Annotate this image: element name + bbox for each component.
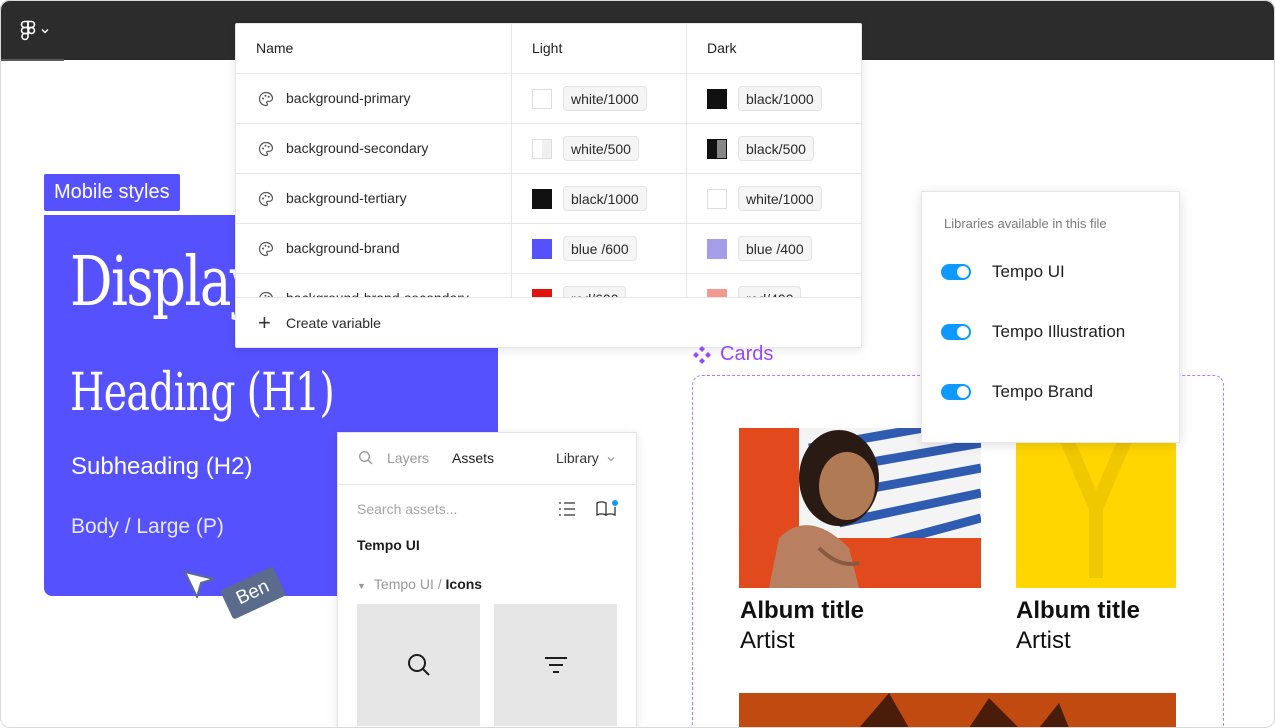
frame-label-mobile-styles[interactable]: Mobile styles: [44, 174, 180, 211]
library-name: Tempo UI: [992, 262, 1065, 281]
palette-icon: [258, 241, 274, 257]
create-variable-label: Create variable: [286, 315, 381, 331]
library-toggle[interactable]: [941, 264, 971, 280]
album-cover-image[interactable]: [739, 428, 981, 588]
table-row[interactable]: background-primary white/1000 black/1000: [236, 74, 861, 124]
create-variable-button[interactable]: + Create variable: [236, 297, 861, 347]
table-row[interactable]: background-brand-secondary red/600 red/4…: [236, 274, 861, 298]
list-view-icon[interactable]: [558, 501, 576, 517]
palette-icon: [258, 191, 274, 207]
breadcrumb-current: Icons: [445, 576, 483, 592]
panel-tabs: Layers Assets Library: [338, 433, 636, 485]
variable-name: background-tertiary: [286, 190, 407, 206]
card-artist[interactable]: Artist: [1016, 627, 1071, 655]
album-cover-image[interactable]: [1016, 428, 1176, 588]
search-icon[interactable]: [358, 450, 374, 466]
column-header-name: Name: [256, 40, 294, 56]
table-row[interactable]: background-secondary white/500 black/500: [236, 124, 861, 174]
library-toggle-row[interactable]: Tempo Illustration: [941, 320, 1125, 344]
column-header-light: Light: [532, 40, 563, 56]
main-menu-button[interactable]: [14, 16, 64, 46]
light-value-chip[interactable]: black/1000: [563, 186, 647, 211]
palette-icon: [258, 141, 274, 157]
cursor-pointer-icon: [184, 571, 215, 598]
menu-indicator: [0, 59, 64, 61]
card-artist[interactable]: Artist: [740, 627, 795, 655]
body-text-style[interactable]: Body / Large (P): [71, 515, 224, 539]
dark-color-swatch[interactable]: [707, 139, 727, 159]
search-assets-input[interactable]: Search assets...: [357, 501, 457, 517]
table-row[interactable]: background-brand blue /600 blue /400: [236, 224, 861, 274]
variables-list: background-primary white/1000 black/1000…: [236, 74, 861, 298]
tab-layers[interactable]: Layers: [387, 450, 429, 466]
library-dropdown[interactable]: Library: [556, 450, 599, 466]
chevron-down-icon: [41, 29, 49, 34]
card-album-title[interactable]: Album title: [740, 597, 864, 625]
table-row[interactable]: background-tertiary black/1000 white/100…: [236, 174, 861, 224]
light-color-swatch[interactable]: [532, 239, 552, 259]
card-album-title[interactable]: Album title: [1016, 597, 1140, 625]
dark-value-chip[interactable]: white/1000: [738, 186, 822, 211]
heading-text-style[interactable]: Heading (H1): [70, 363, 335, 423]
library-name: Tempo Brand: [992, 382, 1094, 401]
album-photo-illustration: [739, 428, 981, 588]
variable-name: background-secondary: [286, 140, 429, 156]
filter-icon: [544, 657, 567, 673]
table-header: Name Light Dark: [236, 24, 861, 74]
display-text-style[interactable]: Display: [70, 243, 260, 322]
assets-panel: Layers Assets Library Search assets... T…: [337, 432, 637, 728]
libraries-panel-title: Libraries available in this file: [944, 216, 1107, 231]
album-cover-image[interactable]: [739, 693, 1176, 728]
caret-down-icon: ▼: [357, 581, 366, 591]
tab-assets[interactable]: Assets: [452, 450, 494, 466]
palette-icon: [258, 91, 274, 107]
library-name: Tempo Illustration: [992, 322, 1126, 341]
breadcrumb[interactable]: ▼ Tempo UI / Icons: [357, 576, 482, 592]
light-color-swatch[interactable]: [532, 89, 552, 109]
plus-icon: +: [258, 310, 271, 335]
breadcrumb-parent: Tempo UI /: [373, 576, 446, 592]
light-value-chip[interactable]: blue /600: [563, 236, 637, 261]
asset-tile-search[interactable]: [357, 604, 480, 726]
light-value-chip[interactable]: white/1000: [563, 86, 647, 111]
library-toggle-row[interactable]: Tempo Brand: [941, 380, 1093, 404]
figma-logo-icon: [20, 20, 36, 41]
library-toggle[interactable]: [941, 324, 971, 340]
asset-tile-filter[interactable]: [494, 604, 617, 726]
album-photo-illustration: [859, 693, 1069, 728]
variable-name: background-primary: [286, 90, 411, 106]
light-color-swatch[interactable]: [532, 139, 552, 159]
dark-color-swatch[interactable]: [707, 189, 727, 209]
library-section-title[interactable]: Tempo UI: [357, 537, 420, 553]
dark-value-chip[interactable]: blue /400: [738, 236, 812, 261]
dark-color-swatch[interactable]: [707, 239, 727, 259]
library-toggle-row[interactable]: Tempo UI: [941, 260, 1065, 284]
dark-value-chip[interactable]: black/500: [738, 136, 814, 161]
library-toggle[interactable]: [941, 384, 971, 400]
library-book-icon[interactable]: [595, 499, 619, 517]
cards-label-text: Cards: [720, 343, 774, 365]
component-label-cards[interactable]: Cards: [692, 343, 773, 366]
dark-color-swatch[interactable]: [707, 89, 727, 109]
subheading-text-style[interactable]: Subheading (H2): [71, 453, 252, 481]
variable-name: background-brand: [286, 240, 400, 256]
component-icon: [693, 345, 711, 364]
chevron-down-icon[interactable]: [606, 454, 616, 464]
letter-y-illustration: [1059, 435, 1133, 578]
libraries-panel: Libraries available in this file Tempo U…: [921, 191, 1180, 443]
search-icon: [407, 654, 430, 676]
light-value-chip[interactable]: white/500: [563, 136, 639, 161]
dark-value-chip[interactable]: black/1000: [738, 86, 822, 111]
variables-table: Name Light Dark background-primary white…: [235, 23, 862, 348]
column-header-dark: Dark: [707, 40, 737, 56]
light-color-swatch[interactable]: [532, 189, 552, 209]
